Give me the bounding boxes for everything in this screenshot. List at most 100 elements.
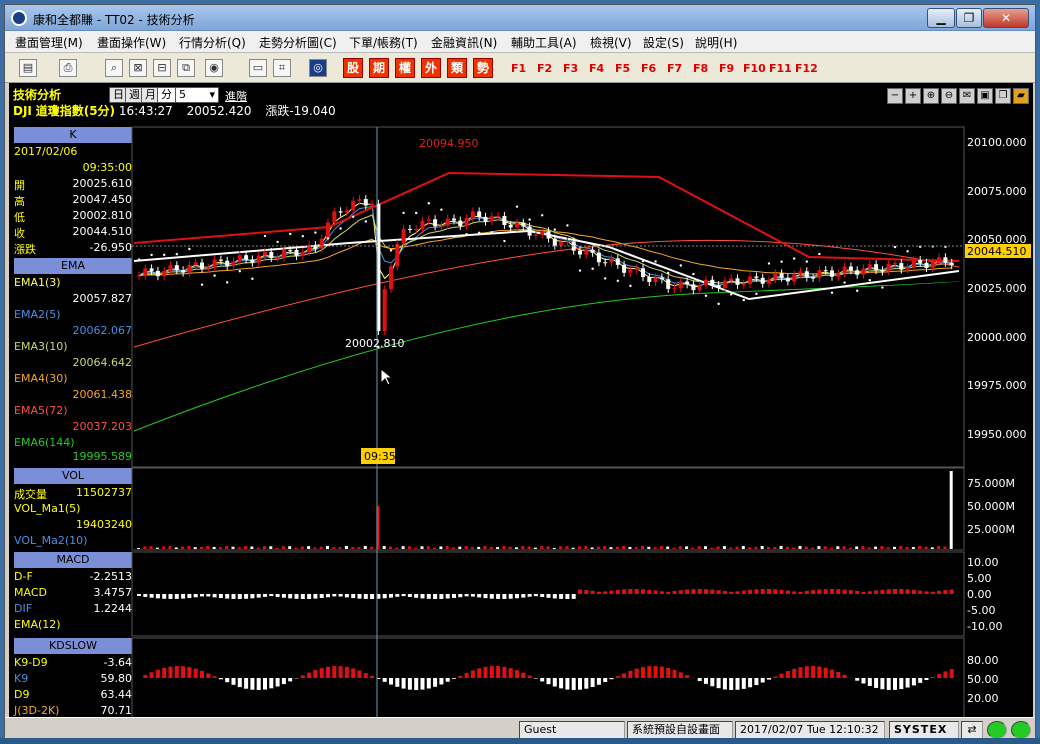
kd-bar <box>281 678 286 685</box>
chart-canvas[interactable]: 20100.000 20075.000 20050.000 20025.000 … <box>9 83 1033 717</box>
logo-icon[interactable]: ◎ <box>309 59 327 77</box>
menu-screen-ops[interactable]: 畫面操作(W) <box>97 34 166 51</box>
volume-bar <box>256 547 260 549</box>
kd-bar <box>823 667 828 678</box>
volume-bar <box>414 547 418 549</box>
kd-bar <box>874 678 879 688</box>
close-window-icon[interactable]: ⊠ <box>129 59 147 77</box>
kd-bar <box>439 678 444 685</box>
search-icon[interactable]: ⌕ <box>105 59 123 77</box>
macd-bar <box>332 594 337 597</box>
volume-bar <box>571 547 575 549</box>
f8-button[interactable]: F8 <box>693 62 708 75</box>
menu-finance-info[interactable]: 金融資訊(N) <box>431 34 497 51</box>
volume-bar <box>533 547 537 549</box>
minimize-button[interactable]: ▁ <box>927 8 955 28</box>
menu-quote-analysis[interactable]: 行情分析(Q) <box>179 34 246 51</box>
macd-bar <box>464 594 469 597</box>
kd-bar <box>767 678 771 680</box>
kd-bar <box>496 666 501 678</box>
connection-status-icon[interactable] <box>987 721 1007 739</box>
f6-button[interactable]: F6 <box>641 62 656 75</box>
macd-bar <box>483 594 488 599</box>
f4-button[interactable]: F4 <box>589 62 604 75</box>
main-tick-19950: 19950.000 <box>967 428 1027 441</box>
title-bar[interactable]: 康和全都賺 - TT02 - 技術分析 ▁ ❐ ✕ <box>5 5 1035 31</box>
chart-icon[interactable]: ⌗ <box>273 59 291 77</box>
menu-trend-chart[interactable]: 走勢分析圖(C) <box>259 34 337 51</box>
options-button[interactable]: 權 <box>395 58 415 78</box>
exchange-icon[interactable]: ⇄ <box>961 721 983 739</box>
category-button[interactable]: 類 <box>447 58 467 78</box>
menu-screen-manage[interactable]: 畫面管理(M) <box>15 34 83 51</box>
volume-bar <box>370 546 374 549</box>
kd-bar <box>502 666 507 678</box>
candle-body <box>691 284 696 291</box>
tile-icon[interactable]: ⊟ <box>153 59 171 77</box>
macd-tick-10: 10.00 <box>967 556 999 569</box>
macd-bar <box>848 590 853 594</box>
trend-button[interactable]: 勢 <box>473 58 493 78</box>
maximize-button[interactable]: ❐ <box>956 8 982 28</box>
volume-bar <box>470 547 474 549</box>
candle-body <box>344 210 349 213</box>
volume-bar <box>748 547 752 549</box>
candle-body <box>351 200 356 211</box>
f12-button[interactable]: F12 <box>795 62 818 75</box>
stock-button[interactable]: 股 <box>343 58 363 78</box>
f9-button[interactable]: F9 <box>719 62 734 75</box>
macd-bar <box>647 589 652 594</box>
cascade-icon[interactable]: ⧉ <box>177 59 195 77</box>
card-icon[interactable]: ▭ <box>249 59 267 77</box>
candle-body <box>370 203 375 206</box>
volume-bar <box>672 547 676 549</box>
macd-bar <box>294 594 299 599</box>
sar-dot <box>541 214 544 217</box>
menu-order-account[interactable]: 下單/帳務(T) <box>349 34 418 51</box>
macd-bar <box>565 594 570 599</box>
menu-tools[interactable]: 輔助工具(A) <box>511 34 577 51</box>
volume-bar <box>231 546 235 549</box>
f7-button[interactable]: F7 <box>667 62 682 75</box>
foreign-button[interactable]: 外 <box>421 58 441 78</box>
sar-dot <box>906 250 909 253</box>
f5-button[interactable]: F5 <box>615 62 630 75</box>
volume-bar <box>244 546 248 549</box>
sar-dot <box>780 260 783 263</box>
macd-bar <box>672 590 677 594</box>
kd-bar <box>735 678 740 690</box>
f2-button[interactable]: F2 <box>537 62 552 75</box>
f1-button[interactable]: F1 <box>511 62 526 75</box>
status-layout: 系統預設自設畫面 <box>627 721 733 739</box>
kd-bar <box>634 668 639 678</box>
sar-dot <box>742 298 745 302</box>
macd-bar <box>313 594 318 599</box>
menu-settings[interactable]: 設定(S) <box>643 34 684 51</box>
kd-bar <box>300 675 305 678</box>
f3-button[interactable]: F3 <box>563 62 578 75</box>
kd-bar <box>653 666 658 678</box>
candle-body <box>641 268 645 278</box>
volume-bar <box>338 546 342 549</box>
volume-bar <box>685 546 689 549</box>
close-button[interactable]: ✕ <box>983 8 1029 28</box>
menu-help[interactable]: 說明(H) <box>695 34 737 51</box>
macd-bar <box>149 594 154 598</box>
kd-bar <box>697 678 702 682</box>
sar-dot <box>818 252 821 256</box>
menu-view[interactable]: 檢視(V) <box>590 34 632 51</box>
f11-button[interactable]: F11 <box>769 62 792 75</box>
coin-icon[interactable]: ◉ <box>205 59 223 77</box>
kd-bar <box>571 678 576 690</box>
candle-body <box>817 270 822 278</box>
layout-icon[interactable]: ▤ <box>19 59 37 77</box>
server-status-icon[interactable] <box>1011 721 1031 739</box>
kd-bar <box>206 673 211 678</box>
f10-button[interactable]: F10 <box>743 62 766 75</box>
kd-bar <box>811 666 816 678</box>
futures-button[interactable]: 期 <box>369 58 389 78</box>
volume-bar <box>389 546 392 549</box>
sar-dot <box>251 277 254 280</box>
kd-bar <box>659 666 664 678</box>
print-icon[interactable]: ⎙ <box>59 59 77 77</box>
